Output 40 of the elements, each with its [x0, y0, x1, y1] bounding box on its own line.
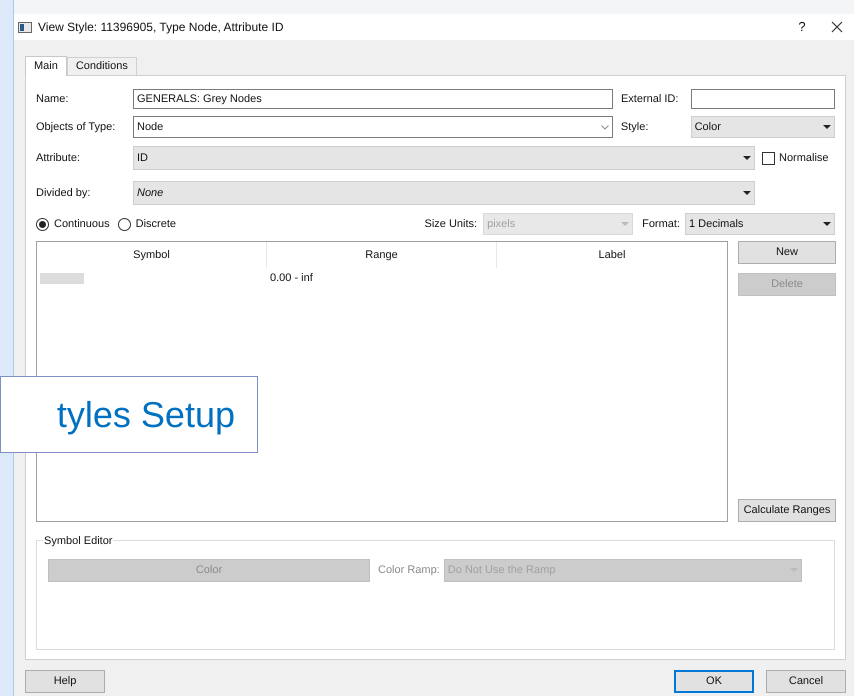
symbol-swatch	[40, 272, 84, 284]
field-label: Size Units:	[424, 216, 478, 232]
field-label: Objects of Type:	[36, 120, 116, 135]
field-label: Divided by:	[36, 186, 92, 201]
tab[interactable]: Main	[25, 56, 67, 76]
style-dropdown[interactable]: Color	[690, 116, 835, 138]
caret-icon	[743, 190, 751, 196]
field-label: External ID:	[620, 92, 680, 107]
dialog-button[interactable]: Cancel	[766, 670, 846, 692]
field-label: Attribute:	[36, 150, 82, 166]
format-dropdown[interactable]: 1 Decimals	[685, 213, 835, 235]
radio-button[interactable]: Continuous	[36, 216, 110, 232]
dialog-button[interactable]: OK	[674, 670, 754, 692]
attribute-dropdown[interactable]: ID	[133, 146, 755, 170]
dialog-button[interactable]: Help	[25, 670, 105, 692]
field-label: Color Ramp:	[378, 563, 440, 578]
table-cell-text: 0.00 - inf	[269, 270, 314, 286]
caret-icon	[823, 222, 831, 226]
field-label: Style:	[620, 120, 650, 135]
caret-icon	[621, 222, 630, 226]
caret-icon	[600, 124, 609, 130]
window-title: View Style: 11396905, Type Node, Attribute ID	[38, 19, 284, 36]
external-id-field[interactable]	[690, 89, 835, 109]
caret-icon	[743, 156, 751, 160]
normalise-checkbox[interactable]: Normalise	[762, 150, 829, 166]
objects-type-dropdown[interactable]: Node	[133, 116, 613, 138]
help-button[interactable]: ?	[792, 17, 812, 37]
close-button[interactable]	[830, 20, 844, 34]
name-field[interactable]: GENERALS: Grey Nodes	[133, 89, 613, 109]
field-label: Format:	[642, 216, 680, 232]
group-title: Symbol Editor	[43, 533, 114, 550]
divided-by-dropdown[interactable]: None	[133, 181, 755, 205]
field-label: Name:	[36, 92, 70, 107]
callout-label: tyles Setup	[0, 376, 258, 453]
action-button[interactable]: New	[738, 241, 836, 264]
radio-button[interactable]: Discrete	[118, 216, 176, 232]
window-icon	[18, 22, 32, 32]
tab[interactable]: Conditions	[66, 57, 137, 75]
caret-icon	[822, 124, 831, 130]
action-button[interactable]: Calculate Ranges	[738, 499, 836, 522]
